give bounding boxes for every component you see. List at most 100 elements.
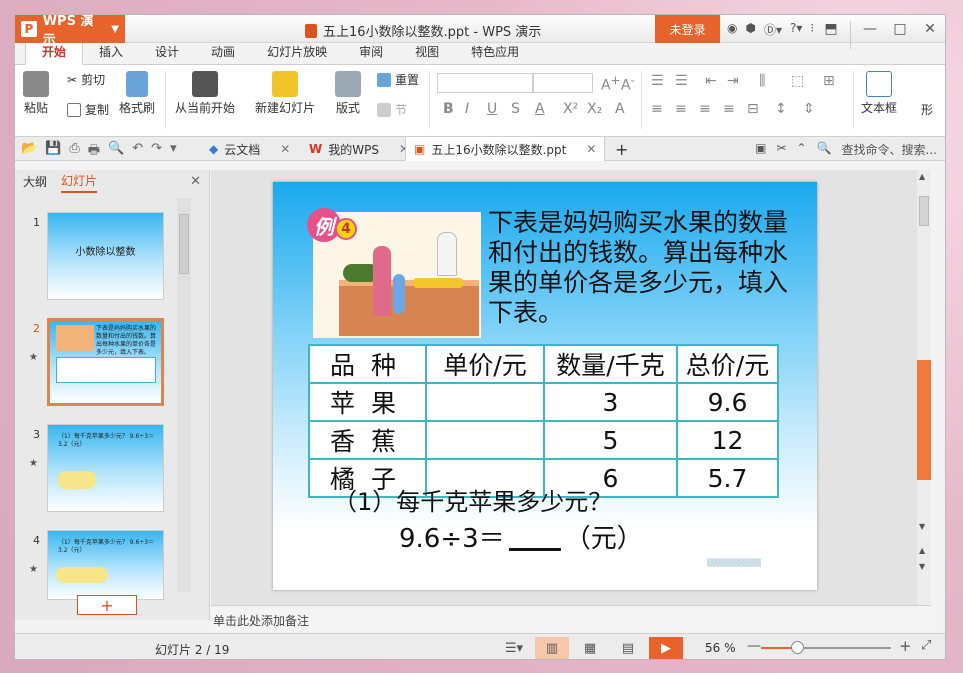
open-folder-icon[interactable]: 📂 (21, 141, 37, 163)
save-icon[interactable]: 💾 (45, 141, 61, 163)
tab-design[interactable]: 设计 (139, 40, 195, 64)
tab-outline[interactable]: 大纲 (23, 173, 47, 192)
panel-scrollbar[interactable] (177, 198, 191, 592)
indent-icon[interactable]: ⇥ (727, 73, 739, 89)
equation[interactable]: 9.6÷3＝ （元） (399, 518, 643, 555)
layout-button[interactable]: 版式 (335, 71, 361, 116)
close-button[interactable]: ✕ (915, 15, 945, 43)
slide-thumbnail-3[interactable]: 3 ★ （1）每千克苹果多少元？ 9.6÷3＝3.2（元） (15, 424, 195, 516)
close-icon[interactable]: ✕ (586, 142, 596, 156)
panel-toggle-handle[interactable] (917, 360, 931, 480)
tab-slides[interactable]: 幻灯片 (61, 172, 98, 193)
doc-tab-mywps[interactable]: W 我的WPS ✕ (301, 137, 417, 161)
tab-view[interactable]: 视图 (399, 40, 455, 64)
format-painter-button[interactable]: 格式刷 (119, 71, 155, 116)
close-icon[interactable]: ✕ (280, 142, 290, 156)
screen-icon[interactable]: ▣ (755, 141, 766, 158)
zoom-out-icon[interactable]: — (747, 638, 761, 654)
reading-view-icon[interactable]: ▤ (611, 637, 645, 659)
current-slide[interactable]: 例 4 下表是妈妈购买水果的数量和付出的钱数。算出每种水果的单价各是多少元，填入… (273, 182, 817, 590)
cube-icon[interactable]: ⬢ (745, 21, 755, 38)
customize-icon[interactable]: ▾ (170, 141, 177, 163)
prev-slide-icon[interactable]: ▲ (919, 546, 925, 555)
feedback-icon[interactable]: Ⓓ▾ (764, 21, 782, 38)
play-slideshow-icon[interactable]: ▶ (649, 637, 683, 659)
zoom-slider-knob[interactable] (791, 641, 804, 654)
minimize-button[interactable]: — (855, 15, 885, 43)
new-tab-button[interactable]: + (607, 137, 636, 161)
bullet-list-icon[interactable]: ☰ (651, 73, 664, 89)
font-size-combo[interactable] (533, 73, 593, 93)
scrollbar-thumb[interactable] (179, 214, 189, 274)
font-grow-icon[interactable]: A+ (601, 73, 620, 94)
zoom-in-icon[interactable]: + (899, 637, 912, 655)
text-direction-icon[interactable]: ⫼ (759, 73, 765, 89)
notes-view-icon[interactable]: ☰▾ (497, 637, 531, 659)
restore-layout-icon[interactable]: ⬒ (816, 15, 846, 43)
clear-format-icon[interactable]: A (615, 101, 625, 117)
doc-tab-cloud[interactable]: ◆ 云文档 ✕ (201, 137, 298, 161)
search-command-input[interactable]: 查找命令、搜索... (842, 141, 937, 158)
paragraph-spacing-icon[interactable]: ⇕ (803, 101, 815, 117)
paste-button[interactable]: 粘贴 (23, 71, 49, 116)
print-icon[interactable]: 🖶 (88, 141, 100, 163)
maximize-button[interactable]: □ (885, 15, 915, 43)
skin-icon[interactable]: ◉ (727, 21, 737, 38)
scroll-down-icon[interactable]: ▼ (919, 522, 925, 531)
doc-tab-current[interactable]: ▣ 五上16小数除以整数.ppt ✕ (405, 137, 606, 161)
search-icon[interactable]: 🔍 (817, 141, 832, 158)
undo-icon[interactable]: ↶ (132, 141, 143, 163)
sorter-view-icon[interactable]: ▦ (573, 637, 607, 659)
align-text-icon[interactable]: ⬚ (791, 73, 804, 89)
fit-window-icon[interactable]: ⤢ (921, 638, 931, 653)
align-center-icon[interactable]: ≡ (675, 101, 687, 117)
help-icon[interactable]: ?▾ (790, 21, 802, 38)
superscript-icon[interactable]: X² (563, 101, 578, 117)
shape-button[interactable]: 形 (921, 101, 933, 118)
font-family-combo[interactable] (437, 73, 533, 93)
problem-text[interactable]: 下表是妈妈购买水果的数量和付出的钱数。算出每种水果的单价各是多少元，填入下表。 (488, 208, 788, 328)
export-pdf-icon[interactable]: ⎙ (69, 141, 79, 163)
print-preview-icon[interactable]: 🔍 (108, 141, 124, 163)
slide-thumbnail-1[interactable]: 1 小数除以整数 (15, 212, 195, 304)
tools-icon[interactable]: ✂ (776, 141, 786, 158)
outdent-icon[interactable]: ⇤ (705, 73, 717, 89)
tab-special[interactable]: 特色应用 (455, 40, 535, 64)
align-right-icon[interactable]: ≡ (699, 101, 711, 117)
next-slide-icon[interactable]: ▼ (919, 562, 925, 571)
copy-button[interactable]: 复制 (67, 101, 109, 118)
justify-icon[interactable]: ≡ (723, 101, 735, 117)
tab-slideshow[interactable]: 幻灯片放映 (251, 40, 343, 64)
question-text[interactable]: （1）每千克苹果多少元？ (333, 482, 612, 517)
editor-scrollbar[interactable]: ▲ ▼ ▲ ▼ (917, 170, 931, 620)
collapse-ribbon-icon[interactable]: ⌃ (797, 141, 807, 158)
slide-thumbnail-2[interactable]: 2 ★ 下表是妈妈购买水果的数量和付出的钱数。算出每种水果的单价各是多少元，填入… (15, 318, 195, 410)
scroll-up-icon[interactable]: ▲ (919, 172, 925, 181)
subscript-icon[interactable]: X₂ (587, 101, 602, 117)
reset-button[interactable]: 重置 (377, 71, 419, 88)
bold-icon[interactable]: B (443, 101, 454, 117)
new-slide-button[interactable]: 新建幻灯片 (255, 71, 315, 116)
notes-pane[interactable]: 单击此处添加备注 (211, 605, 931, 631)
italic-icon[interactable]: I (465, 101, 469, 117)
textbox-button[interactable]: 文本框 (861, 71, 897, 116)
fruit-table[interactable]: 品 种 单价/元 数量/千克 总价/元 苹 果 3 9.6 香 蕉 5 12 橘… (308, 344, 779, 498)
align-left-icon[interactable]: ≡ (651, 101, 663, 117)
cut-button[interactable]: ✂ 剪切 (67, 71, 105, 88)
normal-view-icon[interactable]: ▥ (535, 637, 569, 659)
distribute-icon[interactable]: ⊟ (747, 101, 759, 117)
tab-review[interactable]: 审阅 (343, 40, 399, 64)
login-button[interactable]: 未登录 (655, 15, 720, 43)
wps-menu-button[interactable]: P WPS 演示 ▼ (15, 15, 125, 48)
add-slide-button[interactable]: + (77, 595, 137, 615)
smartart-icon[interactable]: ⊞ (823, 73, 835, 89)
scrollbar-thumb[interactable] (919, 196, 929, 226)
number-list-icon[interactable]: ☰ (675, 73, 688, 89)
zoom-slider[interactable] (761, 641, 891, 654)
redo-icon[interactable]: ↷ (151, 141, 162, 163)
section-button[interactable]: 节 (377, 101, 407, 118)
tab-animation[interactable]: 动画 (195, 40, 251, 64)
font-color-icon[interactable]: A (535, 101, 545, 117)
shadow-icon[interactable]: S (511, 101, 520, 117)
close-icon[interactable]: ✕ (190, 174, 201, 189)
